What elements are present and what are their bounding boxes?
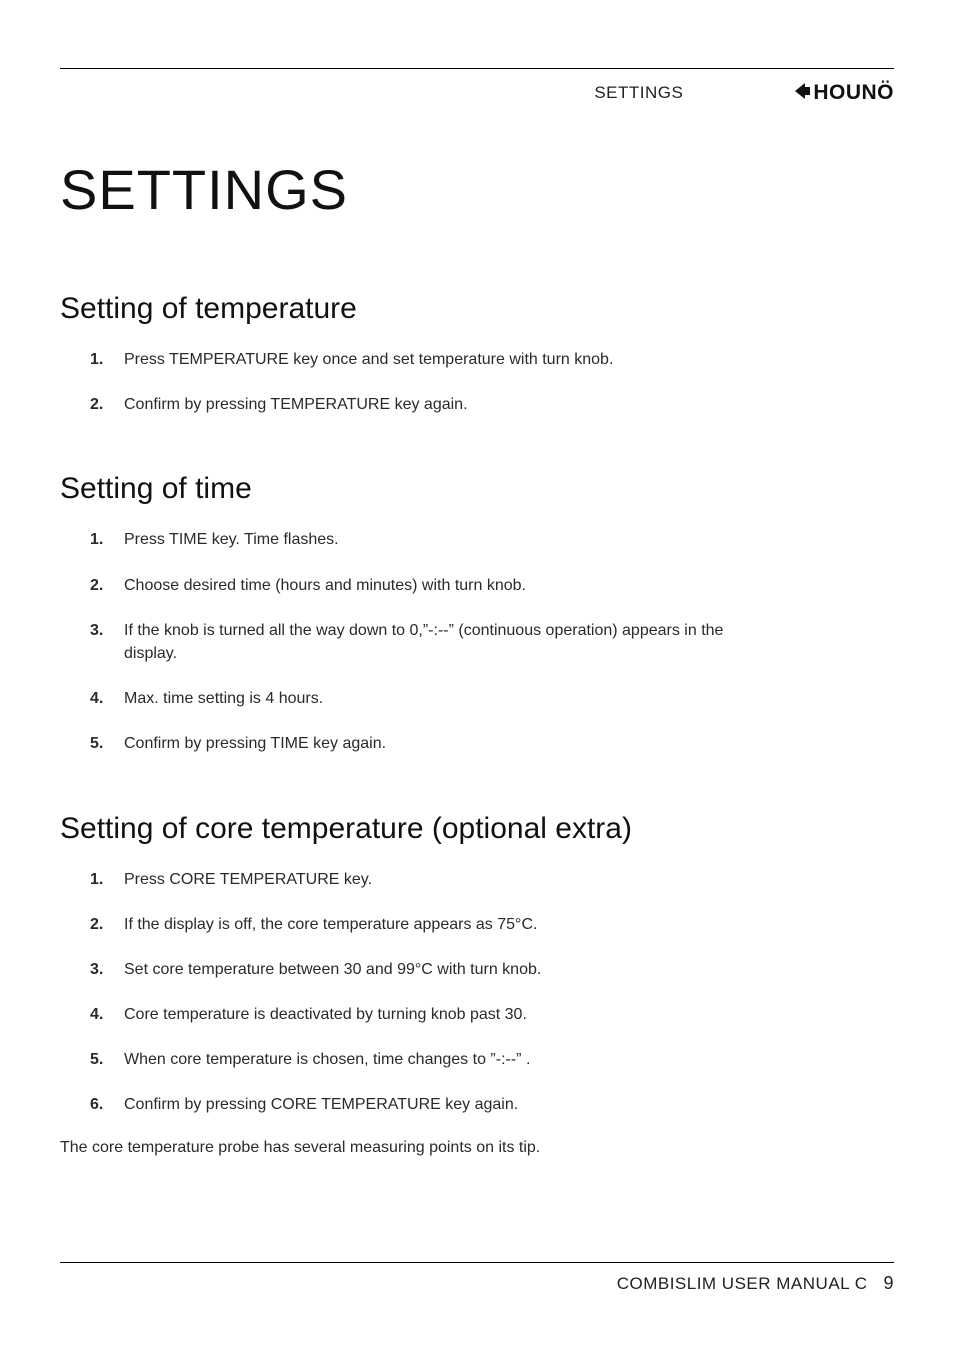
step-number: 6. [90,1093,124,1116]
list-item: 1.Press TEMPERATURE key once and set tem… [90,348,894,371]
section-time: Setting of time 1.Press TIME key. Time f… [60,472,894,755]
list-item: 5.Confirm by pressing TIME key again. [90,732,894,755]
step-number: 2. [90,913,124,936]
step-text: When core temperature is chosen, time ch… [124,1048,764,1071]
footer-manual-title: COMBISLIM USER MANUAL C [617,1274,868,1294]
step-number: 4. [90,687,124,710]
list-item: 2.If the display is off, the core temper… [90,913,894,936]
list-item: 3.If the knob is turned all the way down… [90,619,894,665]
footer: COMBISLIM USER MANUAL C 9 [60,1262,894,1294]
brand-logo-text: HOUNÖ [813,81,894,105]
section-heading: Setting of time [60,472,894,506]
step-text: Set core temperature between 30 and 99°C… [124,958,764,981]
step-number: 2. [90,393,124,416]
step-text: If the knob is turned all the way down t… [124,619,764,665]
step-text: If the display is off, the core temperat… [124,913,764,936]
trailing-paragraph: The core temperature probe has several m… [60,1139,894,1157]
list-item: 1.Press CORE TEMPERATURE key. [90,868,894,891]
arrow-left-icon [793,82,811,105]
step-number: 4. [90,1003,124,1026]
step-text: Press TEMPERATURE key once and set tempe… [124,348,764,371]
section-heading: Setting of temperature [60,292,894,326]
step-text: Confirm by pressing CORE TEMPERATURE key… [124,1093,764,1116]
brand-logo: HOUNÖ [793,81,894,105]
page-title: SETTINGS [60,157,894,222]
section-temperature: Setting of temperature 1.Press TEMPERATU… [60,292,894,416]
section-core-temperature: Setting of core temperature (optional ex… [60,812,894,1157]
step-number: 1. [90,528,124,551]
step-number: 1. [90,348,124,371]
step-text: Press CORE TEMPERATURE key. [124,868,764,891]
step-number: 5. [90,1048,124,1071]
step-number: 3. [90,619,124,642]
step-text: Confirm by pressing TIME key again. [124,732,764,755]
list-item: 4.Core temperature is deactivated by tur… [90,1003,894,1026]
list-item: 2.Choose desired time (hours and minutes… [90,574,894,597]
top-rule [60,68,894,69]
footer-page-number: 9 [883,1273,894,1294]
step-text: Core temperature is deactivated by turni… [124,1003,764,1026]
step-text: Press TIME key. Time flashes. [124,528,764,551]
step-number: 2. [90,574,124,597]
list-item: 4.Max. time setting is 4 hours. [90,687,894,710]
step-number: 3. [90,958,124,981]
step-number: 5. [90,732,124,755]
header-section-label: SETTINGS [594,83,683,103]
step-text: Confirm by pressing TEMPERATURE key agai… [124,393,764,416]
step-text: Max. time setting is 4 hours. [124,687,764,710]
list-item: 1.Press TIME key. Time flashes. [90,528,894,551]
list-item: 3.Set core temperature between 30 and 99… [90,958,894,981]
header: SETTINGS HOUNÖ [60,81,894,105]
step-number: 1. [90,868,124,891]
list-item: 5.When core temperature is chosen, time … [90,1048,894,1071]
step-text: Choose desired time (hours and minutes) … [124,574,764,597]
list-item: 2.Confirm by pressing TEMPERATURE key ag… [90,393,894,416]
section-heading: Setting of core temperature (optional ex… [60,812,894,846]
list-item: 6.Confirm by pressing CORE TEMPERATURE k… [90,1093,894,1116]
